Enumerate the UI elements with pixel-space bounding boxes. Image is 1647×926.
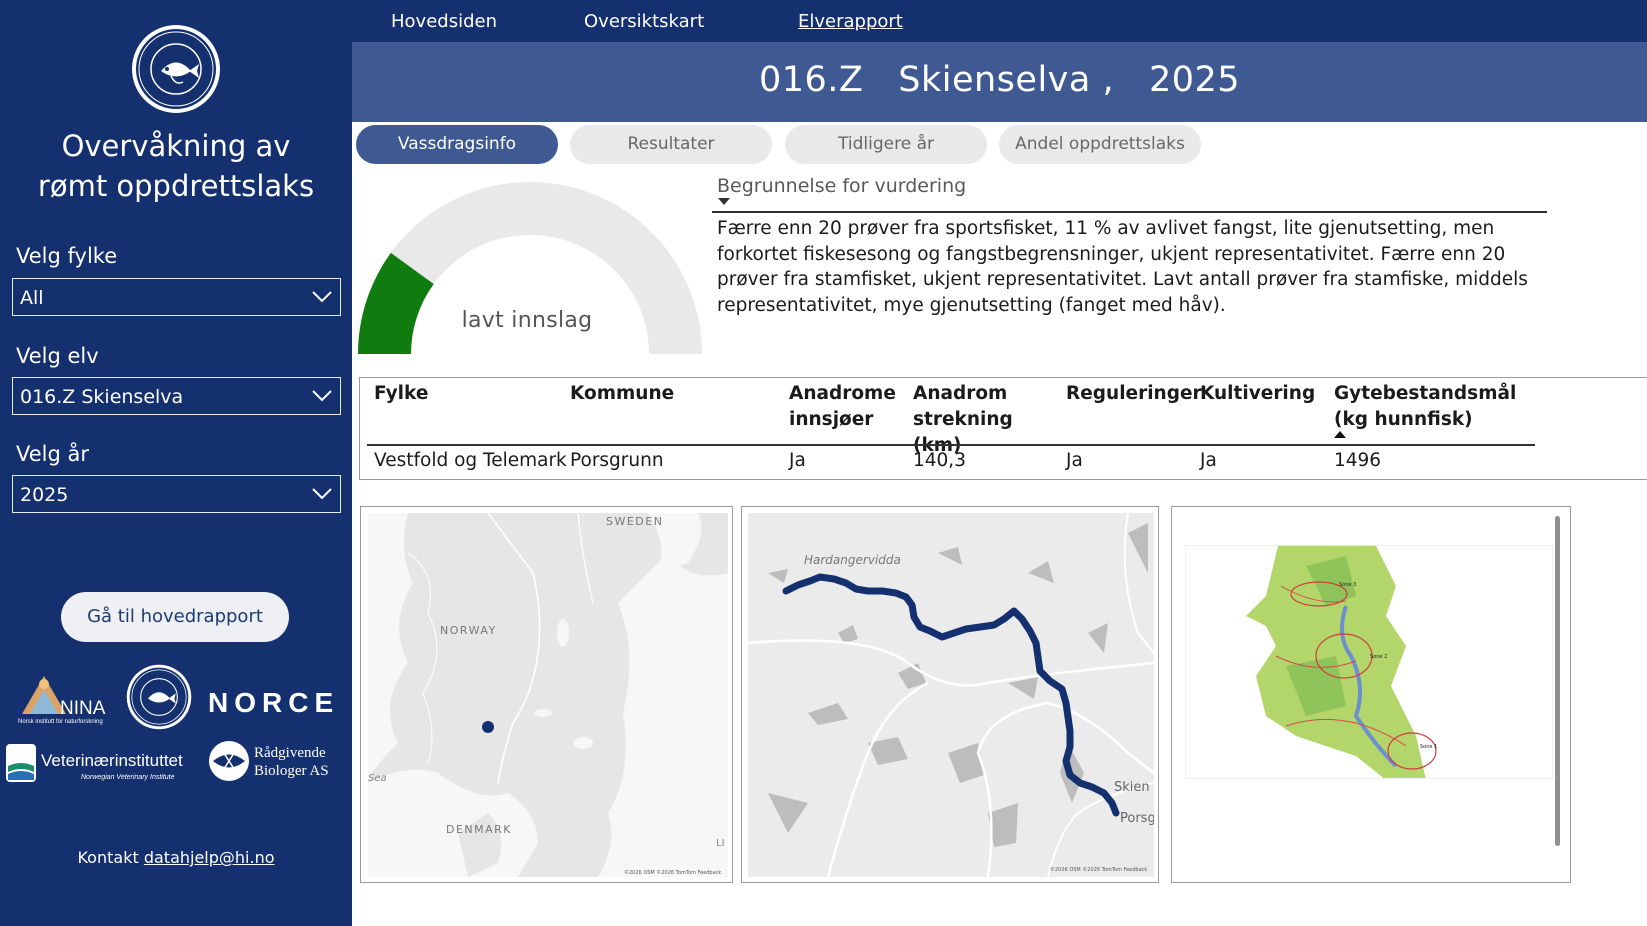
table-header-kommune[interactable]: Kommune — [570, 381, 770, 407]
select-elv-value: 016.Z Skienselva — [20, 386, 184, 408]
map-label-denmark: DENMARK — [446, 823, 512, 836]
report-title: 016.Z Skienselva , 2025 — [758, 60, 1241, 100]
tab-andel-oppdrettslaks[interactable]: Andel oppdrettslaks — [999, 125, 1201, 164]
reason-divider — [712, 211, 1547, 213]
caret-down-icon — [718, 198, 730, 205]
overview-map-canvas: SWEDEN NORWAY DENMARK Sea LI ©2026 OSM ©… — [368, 513, 728, 877]
app-title-line1: Overvåkning av — [61, 129, 291, 163]
select-ar[interactable]: 2025 — [12, 475, 341, 513]
veterinaerinstituttet-logo: Veterinærinstituttet Norwegian Veterinar… — [6, 744, 183, 782]
gauge-label: lavt innslag — [461, 308, 593, 333]
table-cell-anadrom-strekning: 140,3 — [913, 450, 966, 471]
contact-email-link[interactable]: datahjelp@hi.no — [144, 848, 275, 867]
table-header-anadrom-strekning[interactable]: Anadrom strekning (km) — [913, 381, 1058, 459]
norce-logo-text: NORCE — [208, 687, 339, 718]
tab-resultater[interactable]: Resultater — [570, 125, 772, 164]
overview-map[interactable]: SWEDEN NORWAY DENMARK Sea LI ©2026 OSM ©… — [368, 513, 728, 877]
select-elv[interactable]: 016.Z Skienselva — [12, 377, 341, 415]
nav-oversiktskart[interactable]: Oversiktskart — [584, 11, 704, 32]
chevron-down-icon — [312, 488, 332, 500]
river-map[interactable]: Hardangervidda Skien Porsg ©2026 OSM ©20… — [748, 513, 1154, 877]
filter-label-elv: Velg elv — [16, 344, 99, 368]
chevron-down-icon — [312, 390, 332, 402]
filter-label-fylke: Velg fylke — [16, 244, 118, 268]
vet-logo-text: Veterinærinstituttet — [41, 751, 183, 770]
sort-ascending-icon — [1334, 431, 1346, 438]
river-location-marker — [482, 721, 494, 733]
tab-vassdragsinfo[interactable]: Vassdragsinfo — [356, 125, 558, 164]
table-header-kultivering[interactable]: Kultivering — [1200, 381, 1325, 407]
nav-elverapport[interactable]: Elverapport — [798, 11, 903, 32]
select-fylke[interactable]: All — [12, 278, 341, 316]
vet-logo-subtext: Norwegian Veterinary Institute — [81, 774, 175, 781]
overview-map-attribution: ©2026 OSM ©2026 TomTom Feedback — [624, 869, 721, 876]
zone-map-canvas: Sone 3 Sone 2 Sone 1 — [1246, 546, 1437, 778]
map-label-skien: Skien — [1114, 780, 1150, 795]
river-map-attribution: ©2026 OSM ©2026 TomTom Feedback — [1050, 866, 1147, 873]
table-header-reguleringer[interactable]: Reguleringer — [1066, 381, 1202, 407]
reason-text: Færre enn 20 prøver fra sportsfisket, 11… — [717, 218, 1528, 316]
app-title: Overvåkning av rømt oppdrettslaks — [0, 126, 352, 206]
table-header-gytebestandsmal[interactable]: Gytebestandsmål (kg hunnfisk) — [1334, 381, 1544, 433]
table-header-divider — [367, 444, 1535, 446]
radgivende-biologer-logo: Rådgivende Biologer AS — [209, 741, 329, 781]
zone-map-image: Sone 3 Sone 2 Sone 1 — [1185, 545, 1553, 779]
table-header-fylke[interactable]: Fylke — [374, 381, 554, 407]
nav-hovedsiden[interactable]: Hovedsiden — [391, 11, 497, 32]
map-label-porsg: Porsg — [1120, 811, 1154, 826]
map-label-norway: NORWAY — [440, 624, 497, 637]
report-header: 016.Z Skienselva , 2025 — [352, 42, 1647, 122]
app-title-line2: rømt oppdrettslaks — [37, 169, 315, 203]
map-label-sweden: SWEDEN — [606, 515, 663, 528]
main-report-button[interactable]: Gå til hovedrapport — [61, 592, 289, 642]
havforskningsinstituttet-logo — [132, 25, 220, 113]
rb-logo-line2: Biologer AS — [254, 763, 329, 779]
map-label-sea: Sea — [368, 773, 387, 784]
norce-logo: NORCE — [208, 687, 339, 718]
select-fylke-value: All — [20, 287, 44, 309]
rb-logo-line1: Rådgivende — [254, 745, 326, 761]
sidebar: Overvåkning av rømt oppdrettslaks Velg f… — [0, 0, 352, 926]
contact-line: Kontakt datahjelp@hi.no — [0, 848, 352, 867]
chevron-down-icon — [312, 291, 332, 303]
nina-logo: NINA Norsk institutt for naturforskning — [18, 676, 106, 725]
table-cell-reguleringer: Ja — [1066, 450, 1083, 471]
river-map-canvas: Hardangervidda Skien Porsg ©2026 OSM ©20… — [748, 513, 1154, 877]
nina-logo-subtext: Norsk institutt for naturforskning — [18, 719, 103, 725]
zone-map-scrollbar[interactable] — [1555, 516, 1560, 846]
table-cell-anadrome-innsjoer: Ja — [789, 450, 806, 471]
map-label-hardangervidda: Hardangervidda — [804, 553, 901, 567]
havforskningsinstituttet-small-logo — [126, 664, 192, 730]
zone-label-1: Sone 1 — [1420, 744, 1437, 750]
reason-title: Begrunnelse for vurdering — [717, 175, 967, 197]
filter-label-ar: Velg år — [16, 442, 89, 466]
table-cell-kommune: Porsgrunn — [570, 450, 664, 471]
select-ar-value: 2025 — [20, 484, 69, 506]
table-cell-fylke: Vestfold og Telemark — [374, 450, 567, 471]
tab-tidligere-ar[interactable]: Tidligere år — [785, 125, 987, 164]
zone-label-3: Sone 3 — [1339, 582, 1356, 588]
table-cell-gytebestandsmal: 1496 — [1334, 450, 1382, 471]
contact-label: Kontakt — [77, 848, 139, 867]
top-nav: Hovedsiden Oversiktskart Elverapport — [352, 0, 1647, 42]
zone-label-2: Sone 2 — [1370, 654, 1387, 660]
table-cell-kultivering: Ja — [1200, 450, 1217, 471]
map-label-li: LI — [716, 838, 725, 849]
table-header-anadrome-innsjoer[interactable]: Anadrome innsjøer — [789, 381, 904, 433]
nina-logo-text: NINA — [60, 698, 106, 719]
